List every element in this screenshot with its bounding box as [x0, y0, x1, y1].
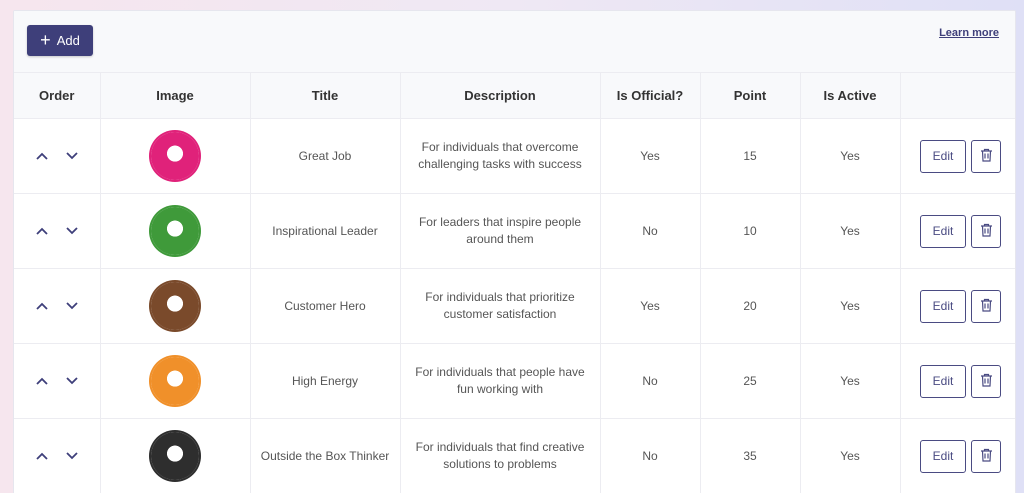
description-cell: For individuals that find creative solut…	[400, 418, 601, 493]
chevron-up-icon[interactable]	[34, 148, 50, 164]
title-cell: High Energy	[250, 343, 401, 419]
edit-button[interactable]: Edit	[920, 214, 966, 248]
is-official-cell: No	[600, 343, 701, 419]
trash-icon	[980, 148, 993, 165]
is-official-cell: No	[600, 193, 701, 269]
description-cell: For leaders that inspire people around t…	[400, 193, 601, 269]
is-official-cell: No	[600, 418, 701, 493]
plus-icon: +	[40, 30, 51, 50]
table-header-row: Order Image Title Description Is Officia…	[14, 72, 1015, 119]
thumbs-up-badge-image	[151, 132, 199, 180]
order-cell	[14, 193, 101, 269]
is-official-cell: Yes	[600, 268, 701, 344]
chevron-up-icon[interactable]	[34, 448, 50, 464]
toolbar: + Add Learn more	[14, 11, 1015, 72]
table-row: High Energy For individuals that people …	[14, 343, 1015, 419]
actions-cell: Edit	[900, 268, 1015, 344]
image-cell	[100, 343, 251, 419]
delete-button[interactable]	[971, 139, 1001, 173]
header-order: Order	[14, 72, 101, 119]
header-point: Point	[700, 72, 801, 119]
header-image: Image	[100, 72, 251, 119]
trash-icon	[980, 223, 993, 240]
edit-button[interactable]: Edit	[920, 364, 966, 398]
image-cell	[100, 118, 251, 194]
table-row: Outside the Box Thinker For individuals …	[14, 418, 1015, 493]
image-cell	[100, 268, 251, 344]
trash-icon	[980, 448, 993, 465]
edit-button[interactable]: Edit	[920, 289, 966, 323]
table-row: Inspirational Leader For leaders that in…	[14, 193, 1015, 269]
order-cell	[14, 118, 101, 194]
header-is-active: Is Active	[800, 72, 901, 119]
delete-button[interactable]	[971, 289, 1001, 323]
point-cell: 25	[700, 343, 801, 419]
header-description: Description	[400, 72, 601, 119]
delete-button[interactable]	[971, 364, 1001, 398]
badges-table: Order Image Title Description Is Officia…	[14, 72, 1015, 493]
title-cell: Inspirational Leader	[250, 193, 401, 269]
trash-icon	[980, 298, 993, 315]
delete-button[interactable]	[971, 214, 1001, 248]
add-button-label: Add	[56, 33, 80, 48]
chevron-up-icon[interactable]	[34, 223, 50, 239]
point-cell: 15	[700, 118, 801, 194]
title-cell: Great Job	[250, 118, 401, 194]
chevron-down-icon[interactable]	[64, 148, 80, 164]
hero-badge-image	[151, 282, 199, 330]
chevron-down-icon[interactable]	[64, 373, 80, 389]
title-cell: Customer Hero	[250, 268, 401, 344]
order-cell	[14, 418, 101, 493]
chevron-down-icon[interactable]	[64, 223, 80, 239]
title-cell: Outside the Box Thinker	[250, 418, 401, 493]
order-cell	[14, 268, 101, 344]
header-is-official: Is Official?	[600, 72, 701, 119]
delete-button[interactable]	[971, 439, 1001, 473]
learn-more-link[interactable]: Learn more	[939, 27, 999, 39]
team-leader-badge-image	[151, 207, 199, 255]
chevron-up-icon[interactable]	[34, 298, 50, 314]
chevron-down-icon[interactable]	[64, 448, 80, 464]
description-cell: For individuals that prioritize customer…	[400, 268, 601, 344]
image-cell	[100, 193, 251, 269]
order-cell	[14, 343, 101, 419]
point-cell: 10	[700, 193, 801, 269]
is-official-cell: Yes	[600, 118, 701, 194]
header-title: Title	[250, 72, 401, 119]
energy-badge-image	[151, 357, 199, 405]
table-row: Great Job For individuals that overcome …	[14, 118, 1015, 194]
is-active-cell: Yes	[800, 343, 901, 419]
edit-button[interactable]: Edit	[920, 439, 966, 473]
chevron-up-icon[interactable]	[34, 373, 50, 389]
badges-panel: + Add Learn more Order Image Title Descr…	[13, 10, 1016, 493]
actions-cell: Edit	[900, 193, 1015, 269]
point-cell: 20	[700, 268, 801, 344]
actions-cell: Edit	[900, 118, 1015, 194]
is-active-cell: Yes	[800, 193, 901, 269]
thinker-badge-image	[151, 432, 199, 480]
table-row: Customer Hero For individuals that prior…	[14, 268, 1015, 344]
trash-icon	[980, 373, 993, 390]
actions-cell: Edit	[900, 343, 1015, 419]
is-active-cell: Yes	[800, 118, 901, 194]
point-cell: 35	[700, 418, 801, 493]
is-active-cell: Yes	[800, 268, 901, 344]
image-cell	[100, 418, 251, 493]
is-active-cell: Yes	[800, 418, 901, 493]
add-button[interactable]: + Add	[27, 25, 93, 56]
description-cell: For individuals that people have fun wor…	[400, 343, 601, 419]
edit-button[interactable]: Edit	[920, 139, 966, 173]
description-cell: For individuals that overcome challengin…	[400, 118, 601, 194]
actions-cell: Edit	[900, 418, 1015, 493]
header-actions	[900, 72, 1015, 119]
chevron-down-icon[interactable]	[64, 298, 80, 314]
